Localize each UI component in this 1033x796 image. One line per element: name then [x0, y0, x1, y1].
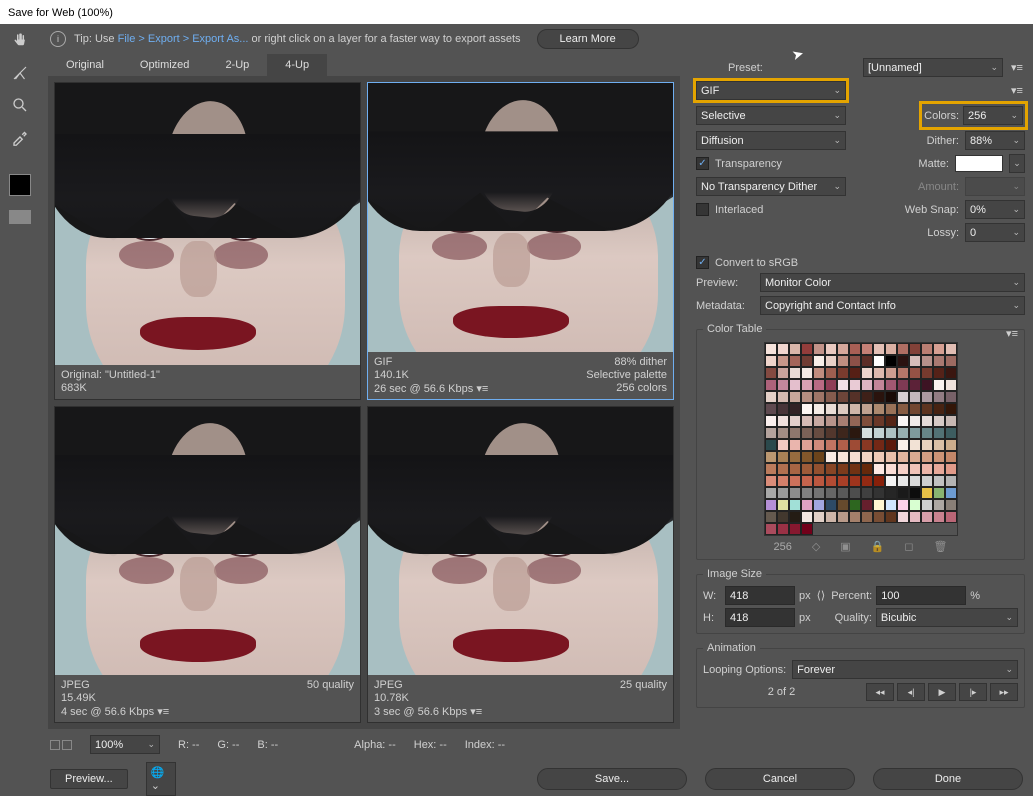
toggle-slices-icon[interactable] — [9, 210, 31, 224]
preview-menu-icon[interactable]: ▾≡ — [157, 705, 169, 718]
done-button[interactable]: Done — [873, 768, 1023, 790]
tip-bar: i Tip: Use File > Export > Export As... … — [40, 24, 1033, 54]
matte-label: Matte: — [918, 158, 949, 170]
dither-label: Dither: — [927, 135, 959, 147]
dithering-dropdown[interactable]: Diffusion⌄ — [696, 131, 846, 150]
zoom-tool-icon[interactable] — [9, 94, 31, 116]
preview-cell-jpeg50[interactable]: JPEG50 quality 15.49K 4 sec @ 56.6 Kbps … — [54, 406, 361, 724]
prev-frame-button[interactable]: ◂| — [897, 683, 925, 701]
format-dropdown[interactable]: GIF⌄ — [696, 81, 846, 100]
zoom-dropdown[interactable]: 100%⌄ — [90, 735, 160, 754]
preview-grid: Original: "Untitled-1" 683K GIF88% dithe… — [48, 76, 680, 729]
lock-color-icon[interactable]: 🔒 — [871, 540, 885, 553]
link-icon[interactable]: ⟨⟩ — [817, 589, 826, 602]
tab-2up[interactable]: 2-Up — [207, 54, 267, 76]
preset-label: Preset: — [728, 62, 763, 74]
status-b: B: -- — [257, 739, 278, 751]
interlaced-checkbox[interactable] — [696, 203, 709, 216]
animation-group: Animation Looping Options: Forever⌄ 2 of… — [696, 642, 1025, 708]
preview-profile-dropdown[interactable]: Monitor Color⌄ — [760, 273, 1025, 292]
transparency-dither-dropdown[interactable]: No Transparency Dither⌄ — [696, 177, 846, 196]
preview-cell-jpeg25[interactable]: JPEG25 quality 10.78K 3 sec @ 56.6 Kbps … — [367, 406, 674, 724]
color-table-options-icon[interactable]: ▾≡ — [1006, 328, 1018, 340]
eyedropper-tool-icon[interactable] — [9, 126, 31, 148]
reduction-dropdown[interactable]: Selective⌄ — [696, 106, 846, 125]
window-titlebar: Save for Web (100%) — [0, 0, 1033, 24]
first-frame-button[interactable]: ◂◂ — [866, 683, 894, 701]
cancel-button[interactable]: Cancel — [705, 768, 855, 790]
status-hex: Hex: -- — [414, 739, 447, 751]
preview-image — [55, 407, 360, 676]
slice-visibility-toggles[interactable] — [50, 740, 72, 750]
looping-dropdown[interactable]: Forever⌄ — [792, 660, 1018, 679]
amount-label: Amount: — [918, 181, 959, 193]
width-input[interactable] — [725, 586, 795, 605]
color-table-swatches[interactable] — [764, 342, 958, 536]
last-frame-button[interactable]: ▸▸ — [990, 683, 1018, 701]
tab-optimized[interactable]: Optimized — [122, 54, 208, 76]
preview-menu-icon[interactable]: ▾≡ — [470, 705, 482, 718]
preview-image — [368, 83, 673, 352]
hand-tool-icon[interactable] — [9, 30, 31, 52]
new-color-icon[interactable]: ◻ — [904, 540, 913, 553]
colors-label: Colors: — [924, 110, 959, 122]
tool-strip — [0, 24, 40, 791]
resample-quality-dropdown[interactable]: Bicubic⌄ — [876, 608, 1018, 627]
colors-dropdown[interactable]: 256⌄ — [963, 106, 1023, 125]
settings-panel: Preset: [Unnamed]⌄ ▾≡ GIF⌄ ▾≡ Selective⌄… — [688, 54, 1033, 791]
metadata-dropdown[interactable]: Copyright and Contact Info⌄ — [760, 296, 1025, 315]
status-alpha: Alpha: -- — [354, 739, 396, 751]
next-frame-button[interactable]: |▸ — [959, 683, 987, 701]
map-web-icon[interactable]: ◇ — [812, 540, 820, 553]
height-input[interactable] — [725, 608, 795, 627]
transparency-checkbox[interactable]: ✓ — [696, 157, 709, 170]
amount-dropdown: ⌄ — [965, 177, 1025, 196]
convert-srgb-checkbox[interactable]: ✓ — [696, 256, 709, 269]
lossy-dropdown[interactable]: 0⌄ — [965, 223, 1025, 242]
delete-color-icon[interactable]: 🗑 — [934, 540, 948, 553]
status-g: G: -- — [217, 739, 239, 751]
metadata-label: Metadata: — [696, 300, 754, 312]
play-button[interactable]: ▶ — [928, 683, 956, 701]
preview-image — [368, 407, 673, 676]
info-icon: i — [50, 31, 66, 47]
preset-dropdown[interactable]: [Unnamed]⌄ — [863, 58, 1003, 77]
status-r: R: -- — [178, 739, 199, 751]
interlaced-label: Interlaced — [715, 204, 763, 216]
lossy-label: Lossy: — [927, 227, 959, 239]
tip-link[interactable]: File > Export > Export As... — [118, 33, 249, 45]
websnap-label: Web Snap: — [905, 204, 959, 216]
image-size-group: Image Size W: px ⟨⟩ Percent: % H: px — [696, 568, 1025, 634]
matte-dropdown[interactable]: ⌄ — [1009, 154, 1025, 173]
transparency-label: Transparency — [715, 158, 782, 170]
preview-cell-original[interactable]: Original: "Untitled-1" 683K — [54, 82, 361, 400]
preview-profile-label: Preview: — [696, 277, 754, 289]
dither-amount-dropdown[interactable]: 88%⌄ — [965, 131, 1025, 150]
preview-in-browser-button[interactable]: Preview... — [50, 769, 128, 789]
window-title: Save for Web (100%) — [8, 7, 113, 19]
tab-4up[interactable]: 4-Up — [267, 54, 327, 76]
shift-color-icon[interactable]: ▣ — [840, 540, 850, 553]
eyedropper-color-swatch[interactable] — [9, 174, 31, 196]
preset-options-icon[interactable]: ▾≡ — [1009, 61, 1025, 74]
optimize-menu-icon[interactable]: ▾≡ — [1009, 84, 1025, 97]
learn-more-button[interactable]: Learn More — [537, 29, 639, 49]
save-button[interactable]: Save... — [537, 768, 687, 790]
color-count: 256 — [773, 541, 791, 553]
frame-counter: 2 of 2 — [703, 686, 860, 698]
color-table-group: Color Table ▾≡ 256 ◇ ▣ 🔒 ◻ 🗑 — [696, 323, 1025, 560]
preview-menu-icon[interactable]: ▾≡ — [476, 382, 488, 395]
preview-image — [55, 83, 360, 365]
slice-tool-icon[interactable] — [9, 62, 31, 84]
percent-input[interactable] — [876, 586, 966, 605]
tab-original[interactable]: Original — [48, 54, 122, 76]
websnap-dropdown[interactable]: 0%⌄ — [965, 200, 1025, 219]
bottom-bar: 100%⌄ R: -- G: -- B: -- Alpha: -- Hex: -… — [40, 729, 1033, 791]
preview-tabs: Original Optimized 2-Up 4-Up — [48, 54, 680, 76]
preview-cell-gif[interactable]: GIF88% dither 140.1KSelective palette 26… — [367, 82, 674, 400]
matte-swatch[interactable] — [955, 155, 1003, 172]
status-index: Index: -- — [465, 739, 505, 751]
convert-srgb-label: Convert to sRGB — [715, 257, 798, 269]
